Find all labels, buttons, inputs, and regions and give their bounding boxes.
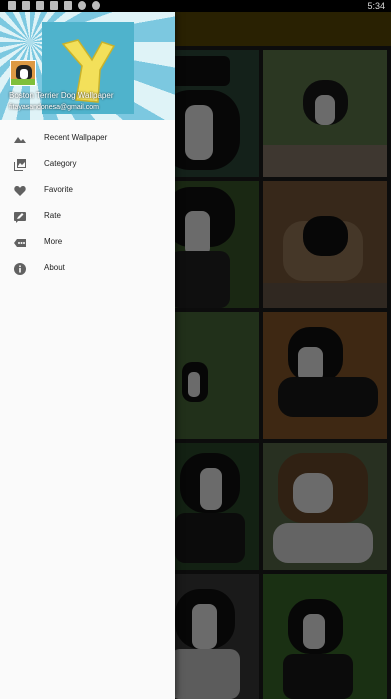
menu-item-more[interactable]: More: [0, 230, 175, 256]
avatar-dog-face: [20, 69, 28, 79]
notification-icon: [8, 1, 16, 10]
menu-item-label: More: [44, 237, 63, 246]
menu-item-label: About: [44, 263, 65, 272]
rate-icon: [14, 212, 26, 223]
status-time: 5:34: [367, 1, 385, 11]
notification-icon: [36, 1, 44, 10]
landscape-icon: [14, 137, 26, 143]
status-icons: [8, 1, 100, 10]
notification-icon: [50, 1, 58, 10]
notification-icon: [22, 1, 30, 10]
drawer-email: fitayasandonesa@gmail.com: [9, 104, 99, 111]
instagram-icon: [78, 1, 86, 10]
more-icon: [14, 239, 26, 247]
menu-item-recent-wallpaper[interactable]: Recent Wallpaper: [0, 126, 175, 152]
navigation-drawer: Boston Terrier Dog Wallpaper fitayasando…: [0, 12, 175, 699]
menu-item-label: Category: [44, 159, 77, 168]
drawer-app-name: Boston Terrier Dog Wallpaper: [9, 91, 114, 100]
info-icon: [14, 263, 26, 275]
menu-item-label: Favorite: [44, 185, 73, 194]
instagram-icon: [92, 1, 100, 10]
drawer-header: Boston Terrier Dog Wallpaper fitayasando…: [0, 12, 175, 120]
menu-item-rate[interactable]: Rate: [0, 204, 175, 230]
avatar-grass: [11, 79, 35, 85]
menu-item-about[interactable]: About: [0, 256, 175, 282]
menu-item-label: Rate: [44, 211, 61, 220]
menu-item-favorite[interactable]: Favorite: [0, 178, 175, 204]
notification-icon: [64, 1, 72, 10]
status-bar: 5:34: [0, 0, 391, 12]
menu-item-label: Recent Wallpaper: [44, 133, 108, 142]
heart-icon: [14, 186, 26, 196]
header-image: [42, 22, 134, 114]
menu-item-category[interactable]: Category: [0, 152, 175, 178]
drawer-menu: Recent Wallpaper Category Favorite Rate: [0, 126, 175, 282]
app-avatar: [10, 60, 36, 86]
collections-icon: [14, 159, 26, 171]
